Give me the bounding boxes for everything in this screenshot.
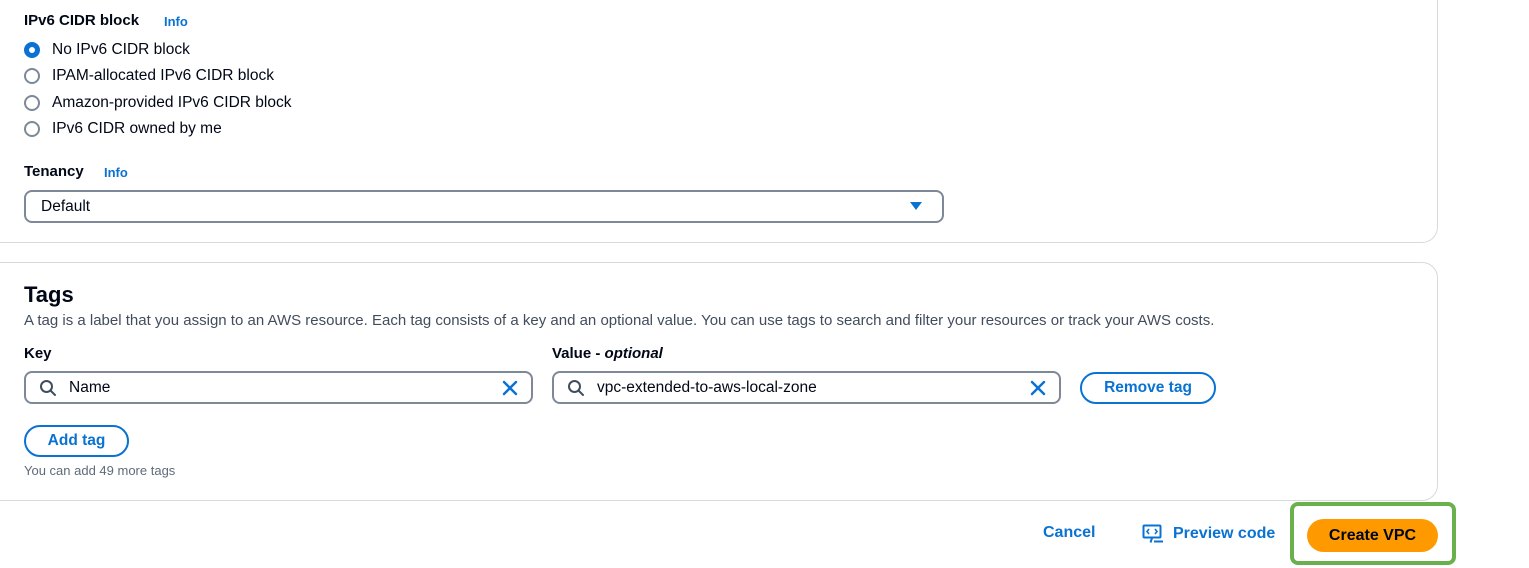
caret-down-icon <box>910 202 922 210</box>
tag-value-input[interactable] <box>597 378 1029 397</box>
tag-value-field[interactable] <box>552 371 1061 404</box>
tags-description: A tag is a label that you assign to an A… <box>24 312 1215 329</box>
tag-value-optional: optional <box>604 345 663 362</box>
preview-code-button[interactable]: Preview code <box>1142 524 1275 544</box>
ipv6-info-link[interactable]: Info <box>164 14 188 29</box>
radio-label: No IPv6 CIDR block <box>52 41 190 58</box>
radio-icon[interactable] <box>24 95 40 111</box>
tag-key-field[interactable] <box>24 371 533 404</box>
tenancy-select-value: Default <box>41 197 91 215</box>
search-icon <box>40 379 56 396</box>
tag-key-label: Key <box>24 345 52 362</box>
tenancy-info-link[interactable]: Info <box>104 165 128 180</box>
tags-title: Tags <box>24 282 74 307</box>
radio-label: IPAM-allocated IPv6 CIDR block <box>52 67 274 84</box>
radio-icon[interactable] <box>24 121 40 137</box>
tags-remaining-hint: You can add 49 more tags <box>24 463 176 478</box>
create-vpc-button[interactable]: Create VPC <box>1307 519 1438 552</box>
clear-icon[interactable] <box>1029 379 1047 397</box>
ipv6-cidr-label: IPv6 CIDR block <box>24 12 140 29</box>
radio-label: IPv6 CIDR owned by me <box>52 120 222 137</box>
cancel-button[interactable]: Cancel <box>1043 524 1095 542</box>
tenancy-label: Tenancy <box>24 163 84 180</box>
radio-amazon-ipv6[interactable]: Amazon-provided IPv6 CIDR block <box>24 93 292 113</box>
radio-label: Amazon-provided IPv6 CIDR block <box>52 94 292 111</box>
tag-value-label-text: Value - <box>552 345 605 362</box>
search-icon <box>568 379 584 396</box>
radio-icon-selected[interactable] <box>24 42 40 58</box>
preview-code-icon <box>1142 524 1163 543</box>
remove-tag-button[interactable]: Remove tag <box>1080 372 1216 404</box>
radio-no-ipv6[interactable]: No IPv6 CIDR block <box>24 40 190 60</box>
add-tag-button[interactable]: Add tag <box>24 425 129 457</box>
radio-owned-ipv6[interactable]: IPv6 CIDR owned by me <box>24 119 222 139</box>
tenancy-select[interactable]: Default <box>24 190 944 223</box>
radio-icon[interactable] <box>24 68 40 84</box>
tag-value-label: Value - optional <box>552 345 663 362</box>
preview-code-label: Preview code <box>1173 525 1276 542</box>
tag-key-input[interactable] <box>69 378 501 397</box>
clear-icon[interactable] <box>501 379 519 397</box>
radio-ipam-ipv6[interactable]: IPAM-allocated IPv6 CIDR block <box>24 66 274 86</box>
